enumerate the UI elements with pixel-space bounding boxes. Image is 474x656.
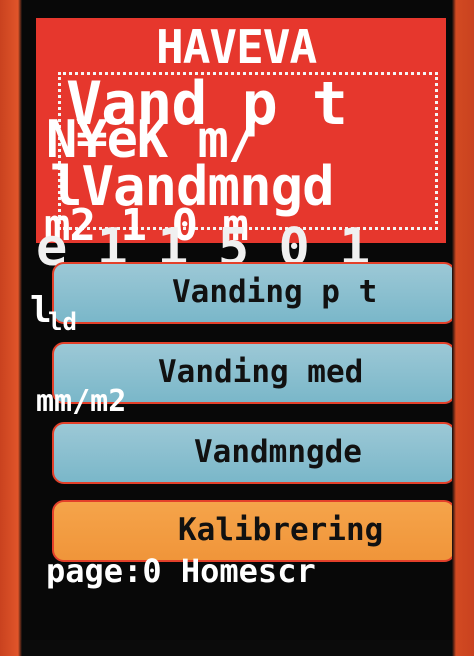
- overlay-ld-text: ld: [48, 308, 77, 336]
- page-status: page:0 Homescr: [46, 552, 316, 590]
- button-label: Vanding p t: [172, 274, 378, 310]
- tft-screen: HAVEVA Vand p t N¥eK m/ lVandmngd m2 1 0…: [22, 0, 452, 640]
- button-label: Kalibrering: [178, 512, 384, 548]
- vanding-pa-tid-button[interactable]: Vanding p t: [52, 262, 452, 324]
- overlay-unit-text: mm/m2: [36, 384, 127, 419]
- header-panel: HAVEVA Vand p t N¥eK m/ lVandmngd m2 1 0…: [36, 18, 446, 243]
- header-title: HAVEVA: [156, 20, 317, 74]
- button-label: Vanding med: [158, 354, 364, 390]
- vandmaengde-button[interactable]: Vandmngde: [52, 422, 452, 484]
- button-label: Vandmngde: [194, 434, 362, 470]
